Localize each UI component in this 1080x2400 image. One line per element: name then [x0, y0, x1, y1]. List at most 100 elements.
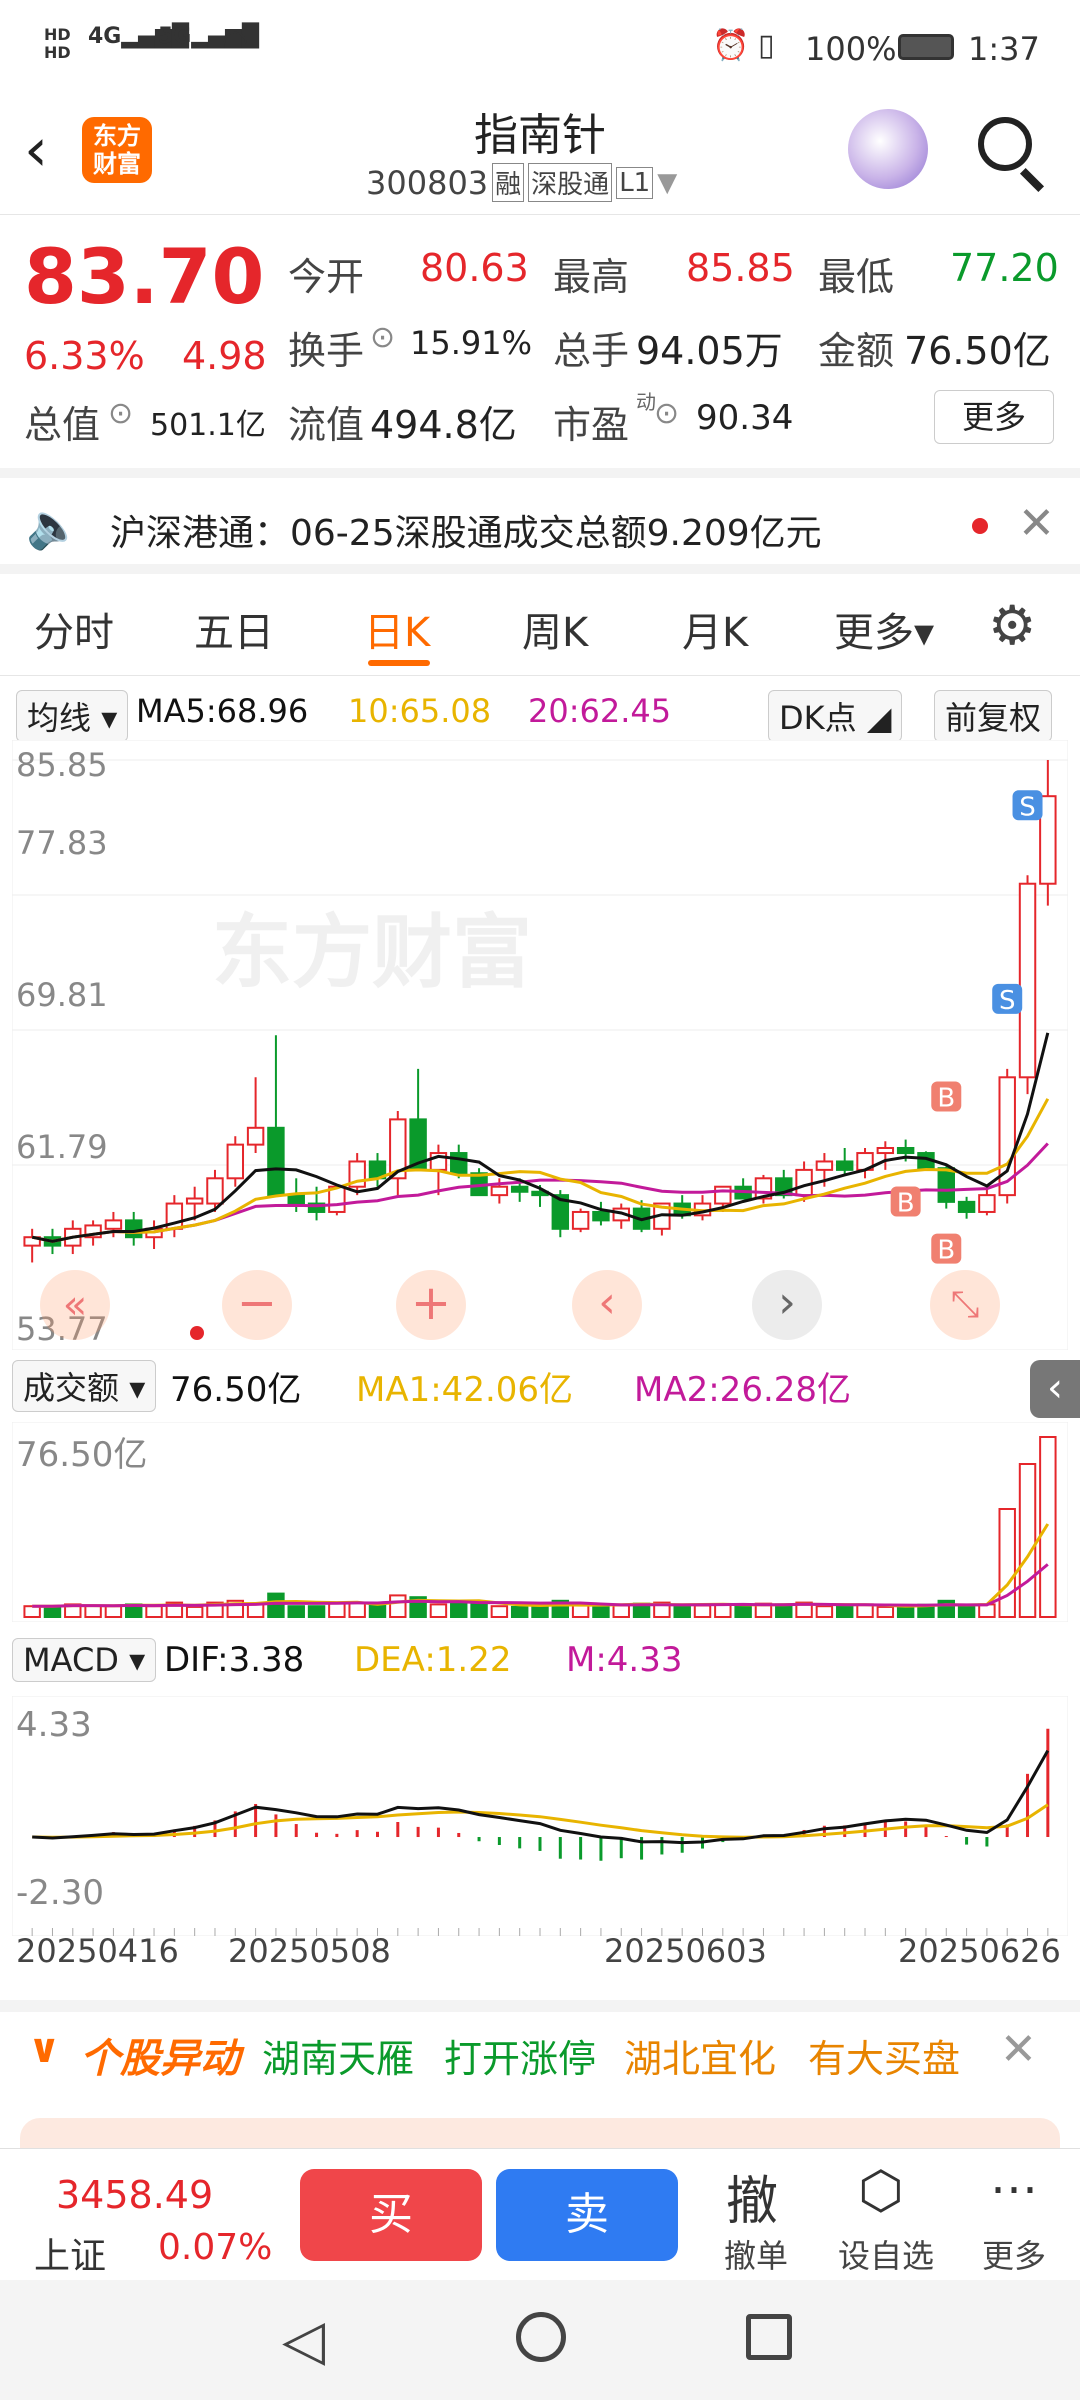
kline-svg: 东方财富 BBBSSS 85.85 77.83 69.81 61.79 53.7…	[12, 740, 1068, 1350]
volume-bar	[612, 1604, 630, 1618]
alert-stock-1[interactable]: 湖南天雁	[262, 2028, 414, 2083]
stock-alert-bar[interactable]: ∨ 个股异动 湖南天雁 打开涨停 湖北宜化 有大买盘 ✕	[0, 2000, 1080, 2110]
amount-value: 76.50亿	[904, 329, 1051, 373]
volume-bar	[1039, 1436, 1057, 1618]
volume-bar	[835, 1605, 854, 1618]
dropdown-icon[interactable]: ▼	[657, 168, 677, 198]
macd-select[interactable]: MACD ▾	[12, 1638, 157, 1682]
candle	[206, 1177, 224, 1205]
quote-panel: 83.70 6.33% 4.98 今开 80.63 最高 85.85 最低 77…	[0, 216, 1080, 466]
float-label: 流值	[288, 403, 365, 447]
volume-bar	[470, 1602, 488, 1619]
info-icon[interactable]: ⊙	[654, 396, 679, 431]
candle	[226, 1143, 245, 1180]
period-tabs: 分时 五日 日K 周K 月K 更多▾ ⚙	[0, 576, 1080, 676]
search-icon[interactable]	[978, 117, 1032, 171]
nav-back-icon[interactable]: ◁	[282, 2308, 325, 2373]
candle	[104, 1219, 123, 1230]
tab-5day[interactable]: 五日	[194, 600, 274, 658]
scroll-right-icon[interactable]: ›	[752, 1270, 822, 1340]
ma-select[interactable]: 均线 ▾	[16, 690, 129, 742]
fullscreen-icon[interactable]: ⤡	[930, 1270, 1000, 1340]
close-icon[interactable]: ✕	[1000, 2024, 1037, 2075]
volume-bar	[957, 1604, 976, 1618]
volume-bar	[673, 1604, 691, 1618]
clock: 1:37	[968, 30, 1040, 68]
date-label-1: 20250416	[16, 1932, 179, 1970]
volume-select[interactable]: 成交额 ▾	[12, 1360, 157, 1412]
info-icon[interactable]: ⊙	[370, 320, 395, 355]
zoom-in-icon[interactable]: +	[396, 1270, 466, 1340]
mcap-label: 总值	[24, 403, 101, 447]
amount-label: 金额	[818, 329, 895, 373]
kline-chart-area: 均线 ▾ MA5:68.96 10:65.08 20:62.45 DK点 ◢ 前…	[0, 680, 1080, 2000]
volume-bar	[267, 1592, 285, 1619]
more-label[interactable]: 更多	[982, 2231, 1046, 2277]
sell-button[interactable]: 卖	[496, 2169, 678, 2261]
volume-bar	[287, 1605, 305, 1618]
network-icon: HD HD	[44, 25, 71, 62]
volume-bar	[368, 1603, 387, 1618]
tab-monthly-k[interactable]: 月K	[682, 600, 748, 658]
event-dot[interactable]	[190, 1326, 204, 1340]
chevron-down-icon: ∨	[28, 2026, 61, 2072]
volume-bar	[348, 1601, 366, 1619]
turnover-value: 15.91%	[410, 324, 533, 362]
mcap-value: 501.1亿	[150, 408, 266, 443]
tab-more[interactable]: 更多▾	[834, 600, 934, 658]
notice-banner[interactable]: 🔈 沪深港通：06-25深股通成交总额9.209亿元 ✕	[0, 468, 1080, 574]
date-label-4: 20250626	[898, 1932, 1061, 1970]
axis-price-3: 69.81	[16, 976, 108, 1014]
alert-stock-2[interactable]: 湖北宜化	[624, 2028, 776, 2083]
buy-button[interactable]: 买	[300, 2169, 482, 2261]
more-button[interactable]: 更多	[934, 390, 1054, 444]
side-panel-toggle-icon[interactable]: ‹	[1030, 1360, 1080, 1418]
tab-daily-k[interactable]: 日K	[364, 600, 430, 658]
nav-home-icon[interactable]	[516, 2312, 566, 2362]
status-bar: HD HD 4G▂▄▆█ 5G▂▄▆█ ◠ ⏰ ▯ 100% 1:37	[0, 0, 1080, 95]
cancel-order-label[interactable]: 撤单	[724, 2231, 788, 2277]
index-change[interactable]: 0.07%	[158, 2227, 272, 2268]
level-tag: L1	[616, 166, 654, 199]
ma10-legend: 10:65.08	[348, 692, 492, 730]
tab-intraday[interactable]: 分时	[34, 600, 114, 658]
volume-bar	[714, 1603, 732, 1618]
volume-bar	[1018, 1463, 1037, 1618]
connect-tag: 深股通	[528, 163, 613, 202]
alert-event-2: 有大买盘	[808, 2037, 961, 2081]
cancel-order-icon[interactable]: 撤	[726, 2159, 778, 2234]
settings-gear-icon[interactable]: ⚙	[988, 594, 1036, 657]
robot-assistant-icon[interactable]	[848, 109, 928, 189]
stock-code-row: 300803 融 深股通 L1 ▼	[366, 163, 677, 202]
close-icon[interactable]: ✕	[1018, 498, 1055, 549]
marker-label: B	[897, 1188, 915, 1218]
nav-recent-icon[interactable]	[746, 2314, 792, 2360]
volume-svg: 76.50亿	[12, 1422, 1068, 1622]
volume-bar	[328, 1601, 346, 1619]
wifi-icon: ◠	[222, 24, 249, 59]
rewind-icon[interactable]: «	[40, 1270, 110, 1340]
index-name[interactable]: 上证	[34, 2227, 106, 2279]
macd-svg: 4.33 -2.30	[12, 1696, 1068, 1936]
scroll-left-icon[interactable]: ‹	[572, 1270, 642, 1340]
volume-bar	[23, 1605, 41, 1618]
add-watchlist-icon[interactable]: ⬡	[858, 2161, 903, 2221]
volume-bar	[185, 1605, 204, 1618]
title-bar: ‹ 东方财富 指南针 300803 融 深股通 L1 ▼	[0, 95, 1080, 215]
zoom-out-icon[interactable]: −	[222, 1270, 292, 1340]
tab-weekly-k[interactable]: 周K	[522, 600, 588, 658]
axis-price-4: 61.79	[16, 1128, 108, 1166]
volume-bar	[896, 1605, 915, 1618]
marker-label: B	[937, 1236, 955, 1266]
add-watchlist-label[interactable]: 设自选	[838, 2231, 934, 2277]
index-value[interactable]: 3458.49	[56, 2173, 213, 2217]
volume-bar	[307, 1605, 326, 1618]
alert-title: 个股异动	[80, 2036, 240, 2082]
dk-point-select[interactable]: DK点 ◢	[768, 690, 903, 742]
float-value: 494.8亿	[370, 403, 517, 447]
candle	[246, 1126, 265, 1146]
info-icon[interactable]: ⊙	[108, 396, 133, 431]
adjust-select[interactable]: 前复权	[934, 690, 1053, 742]
more-dots-icon[interactable]: ⋯	[990, 2161, 1038, 2217]
volume-legend: 76.50亿	[170, 1370, 302, 1410]
